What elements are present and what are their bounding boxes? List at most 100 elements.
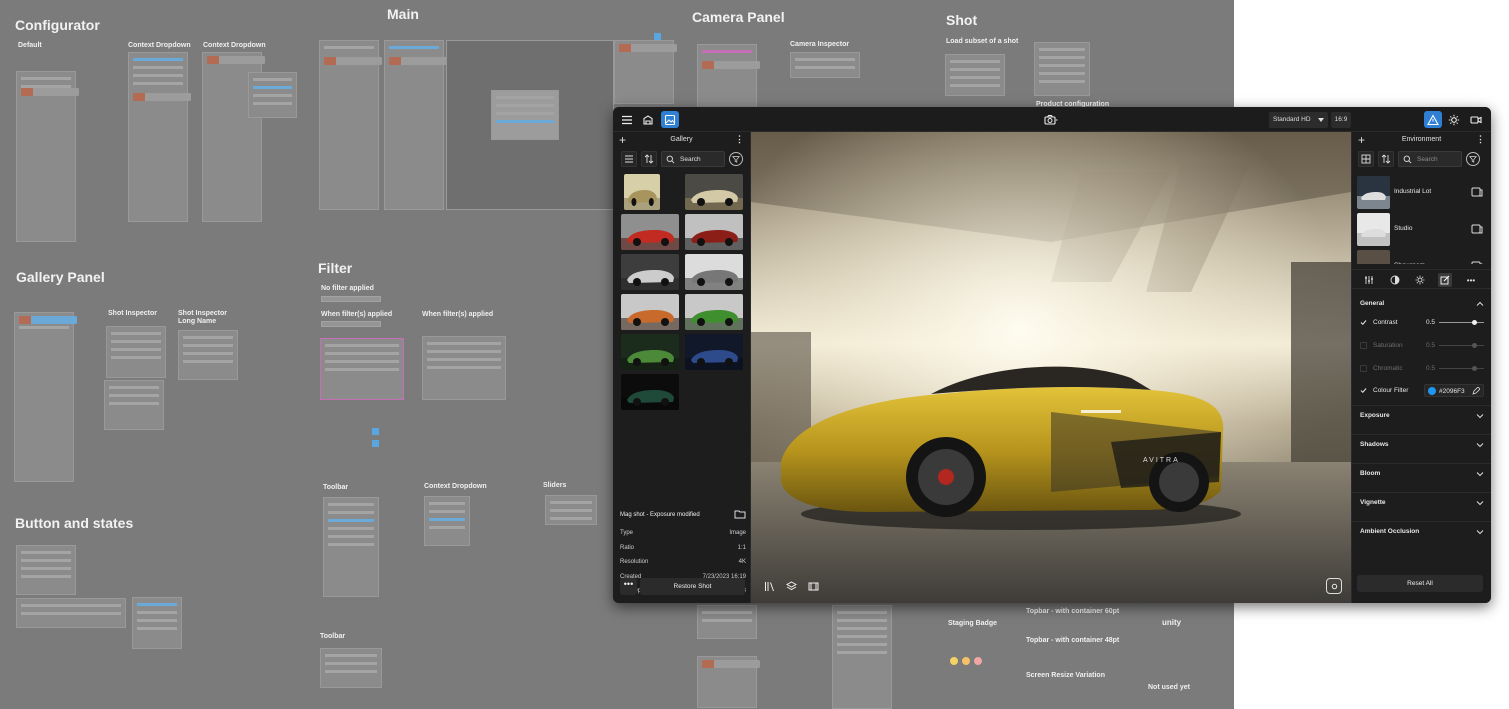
environment-preview-icon[interactable] (1471, 186, 1483, 198)
mock-configurator-default (16, 71, 79, 242)
list-view-icon[interactable] (621, 151, 637, 167)
checkbox[interactable] (1360, 387, 1367, 394)
chevron-down-icon (1476, 443, 1484, 448)
capture-icon[interactable] (1326, 578, 1342, 594)
film-icon[interactable] (805, 578, 821, 594)
filter-icon[interactable] (729, 152, 743, 166)
video-icon[interactable] (1467, 111, 1485, 128)
eyedropper-icon[interactable] (1472, 387, 1480, 395)
section-vignette[interactable]: Vignette (1352, 492, 1491, 512)
post-process-icon[interactable] (1438, 273, 1452, 287)
gallery-thumbnail[interactable] (685, 174, 743, 210)
gallery-thumbnail[interactable] (621, 294, 679, 330)
render-viewport[interactable]: AVITRA (751, 132, 1351, 603)
label-no-filter: No filter applied (321, 285, 374, 292)
gallery-thumbnail[interactable] (685, 254, 743, 290)
camera-icon[interactable] (1040, 111, 1062, 128)
section-exposure[interactable]: Exposure (1352, 405, 1491, 425)
warning-icon[interactable] (1424, 111, 1442, 128)
slider-handle[interactable] (1471, 320, 1477, 325)
checkbox[interactable] (1360, 342, 1367, 349)
colour-filter-field[interactable]: #2096F3 (1424, 384, 1484, 397)
label-screen-resize: Screen Resize Variation (1026, 672, 1105, 679)
label-toolbar: Toolbar (320, 633, 346, 640)
gallery-search-input[interactable]: Search (661, 151, 725, 167)
environment-search-input[interactable]: Search (1398, 151, 1462, 167)
checkbox[interactable] (1360, 319, 1367, 326)
property-row: Chromatic 0.5 (1352, 362, 1491, 376)
app-window: Standard HD 16:9 + Gallery ⋮ Search Mag … (613, 107, 1491, 603)
slider-handle[interactable] (1471, 343, 1477, 348)
mock-shot-config (1034, 42, 1090, 96)
reset-all-button[interactable]: Reset All (1357, 575, 1483, 592)
gallery-thumbnail[interactable] (621, 254, 679, 290)
slider-track[interactable] (1439, 345, 1484, 346)
adjustments-icon[interactable] (1362, 273, 1376, 287)
aspect-ratio-button[interactable]: 16:9 (1331, 112, 1351, 128)
gallery-thumbnail[interactable] (624, 174, 660, 210)
gallery-thumbnail[interactable] (621, 374, 679, 410)
chevron-down-icon (1476, 530, 1484, 535)
resolution-dropdown[interactable]: Standard HD (1269, 112, 1328, 128)
unity-logo: unity (1162, 618, 1182, 627)
mock-unity-dialog (491, 90, 559, 140)
layers-icon[interactable] (783, 578, 799, 594)
label-topbar-60: Topbar - with container 60pt (1026, 608, 1120, 615)
shot-title: Mag shot - Exposure modified (620, 512, 700, 518)
slider-track[interactable] (1439, 368, 1484, 369)
sort-icon[interactable] (1378, 151, 1394, 167)
environment-item[interactable]: Industrial Lot (1357, 176, 1487, 209)
gallery-thumbnail[interactable] (621, 214, 679, 250)
section-ambient-occlusion[interactable]: Ambient Occlusion (1352, 521, 1491, 541)
environment-preview-icon[interactable] (1471, 223, 1483, 235)
mock-blue-toggle (654, 33, 661, 40)
color-swatch[interactable] (1428, 387, 1436, 395)
section-title: Bloom (1360, 470, 1381, 477)
checkbox[interactable] (1360, 365, 1367, 372)
gallery-thumbnail[interactable] (621, 334, 679, 370)
lighting-icon[interactable] (1413, 273, 1427, 287)
label-context-dropdown: Context Dropdown (128, 42, 191, 49)
mock-context-dropdown (424, 496, 470, 546)
gallery-thumbnail[interactable] (685, 334, 743, 370)
shot-detail-label: Resolution (620, 559, 649, 565)
library-icon[interactable] (761, 578, 777, 594)
slider-track[interactable] (1439, 322, 1484, 323)
environment-preview-icon[interactable] (1471, 260, 1483, 264)
environment-item[interactable]: Showroom (1357, 250, 1487, 264)
more-horizontal-icon[interactable]: ••• (1464, 273, 1478, 287)
shot-detail-row: Ratio 1:1 (620, 545, 746, 551)
folder-icon[interactable] (734, 509, 746, 519)
menu-icon[interactable] (618, 111, 636, 128)
sun-icon[interactable] (1445, 111, 1463, 128)
restore-shot-button[interactable]: Restore Shot (640, 578, 745, 595)
search-icon (1403, 155, 1412, 163)
chevron-up-icon (1476, 301, 1484, 306)
more-options-button[interactable]: ••• (620, 578, 637, 595)
grid-view-icon[interactable] (1358, 151, 1374, 167)
topbar: Standard HD 16:9 (613, 107, 1491, 132)
gallery-thumbnail[interactable] (685, 214, 743, 250)
badge-orange (962, 657, 970, 665)
mock-main-env (614, 40, 677, 104)
section-general[interactable]: General (1352, 294, 1491, 314)
sort-icon[interactable] (641, 151, 657, 167)
section-bloom[interactable]: Bloom (1352, 463, 1491, 483)
mock-shot-inspector-long (178, 330, 238, 380)
more-vertical-icon[interactable]: ⋮ (735, 134, 744, 145)
filter-icon[interactable] (1466, 152, 1480, 166)
slider-handle[interactable] (1471, 366, 1477, 371)
gallery-thumbnail[interactable] (685, 294, 743, 330)
section-shadows[interactable]: Shadows (1352, 434, 1491, 454)
material-icon[interactable] (1388, 273, 1402, 287)
more-vertical-icon[interactable]: ⋮ (1476, 134, 1485, 145)
label-topbar-48: Topbar - with container 48pt (1026, 637, 1120, 644)
section-title: Exposure (1360, 412, 1390, 419)
mock-filter-search (321, 321, 381, 327)
car-icon[interactable] (639, 111, 657, 128)
environment-item[interactable]: Studio (1357, 213, 1487, 246)
mock-button-states (16, 598, 126, 628)
mock-camera-list (697, 44, 760, 108)
shot-detail-label: Type (620, 530, 634, 536)
gallery-icon[interactable] (661, 111, 679, 128)
